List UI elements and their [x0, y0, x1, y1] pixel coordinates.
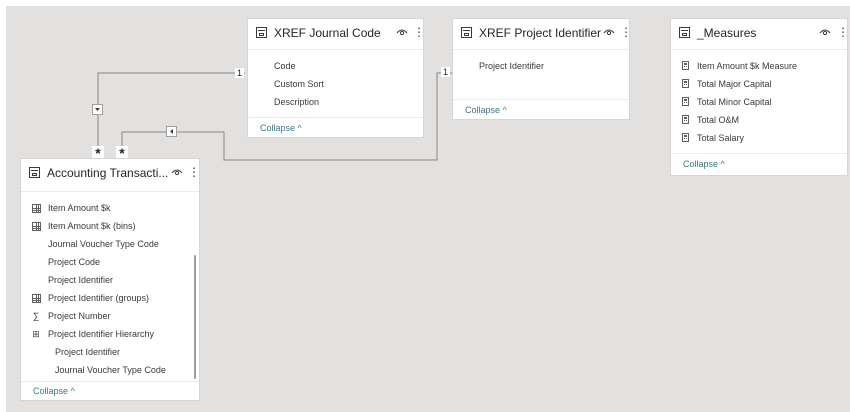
- field-total-salary[interactable]: Total Salary: [697, 133, 744, 143]
- visibility-icon[interactable]: [603, 27, 615, 37]
- table-title: XREF Project Identifier: [479, 26, 602, 40]
- relationship-many-left: *: [92, 146, 104, 160]
- field-custom-sort[interactable]: Custom Sort: [274, 79, 324, 89]
- hierarchy-level-journal-voucher-type-code[interactable]: Journal Voucher Type Code: [55, 365, 166, 375]
- table-header[interactable]: XREF Journal Code ⋮: [248, 19, 425, 47]
- header-divider: [21, 191, 199, 192]
- field-project-code[interactable]: Project Code: [48, 257, 100, 267]
- field-project-identifier[interactable]: Project Identifier: [479, 61, 544, 71]
- visibility-icon[interactable]: [819, 27, 831, 37]
- field-total-minor-capital[interactable]: Total Minor Capital: [697, 97, 772, 107]
- measure-icon: [682, 133, 689, 142]
- more-options-icon[interactable]: ⋮: [620, 25, 632, 39]
- field-project-identifier-groups[interactable]: Project Identifier (groups): [48, 293, 149, 303]
- table-icon: [679, 27, 690, 38]
- field-project-identifier[interactable]: Project Identifier: [48, 275, 113, 285]
- sigma-icon: ∑: [32, 311, 40, 321]
- collapse-link[interactable]: Collapse ^: [465, 105, 507, 115]
- visibility-icon[interactable]: [396, 27, 408, 37]
- header-divider: [248, 49, 423, 50]
- table-title: Accounting Transacti...: [47, 166, 169, 180]
- table-icon: [256, 27, 267, 38]
- field-total-om[interactable]: Total O&M: [697, 115, 739, 125]
- table-card-accounting-transactions[interactable]: Accounting Transacti... ⋮ Item Amount $k…: [20, 158, 200, 401]
- more-options-icon[interactable]: ⋮: [837, 25, 849, 39]
- more-options-icon[interactable]: ⋮: [413, 25, 425, 39]
- field-total-major-capital[interactable]: Total Major Capital: [697, 79, 772, 89]
- hierarchy-level-project-identifier[interactable]: Project Identifier: [55, 347, 120, 357]
- collapse-link[interactable]: Collapse ^: [260, 123, 302, 133]
- header-divider: [453, 49, 629, 50]
- relationship-one-project: 1: [441, 67, 451, 77]
- footer-divider: [453, 99, 629, 100]
- hierarchy-icon: ⊞: [32, 329, 40, 339]
- field-code[interactable]: Code: [274, 61, 296, 71]
- field-item-amount[interactable]: Item Amount $k: [48, 203, 111, 213]
- table-header[interactable]: Accounting Transacti... ⋮: [21, 159, 200, 187]
- table-header[interactable]: _Measures ⋮: [671, 19, 849, 47]
- table-measure-icon: [32, 204, 41, 213]
- table-card-measures[interactable]: _Measures ⋮ Item Amount $k Measure Total…: [670, 18, 849, 176]
- footer-divider: [248, 117, 423, 118]
- measure-icon: [682, 61, 689, 70]
- field-item-amount-measure[interactable]: Item Amount $k Measure: [697, 61, 797, 71]
- footer-divider: [21, 381, 199, 382]
- fields-scrollbar[interactable]: [194, 255, 196, 379]
- field-description[interactable]: Description: [274, 97, 319, 107]
- table-title: XREF Journal Code: [274, 26, 381, 40]
- collapse-link[interactable]: Collapse ^: [683, 159, 725, 169]
- measure-icon: [682, 115, 689, 124]
- filter-direction-down-icon[interactable]: [92, 104, 103, 115]
- relationship-one-journal: 1: [235, 68, 245, 78]
- table-header[interactable]: XREF Project Identifier ⋮: [453, 19, 632, 47]
- relationship-many-right: *: [116, 146, 128, 160]
- field-project-number[interactable]: Project Number: [48, 311, 111, 321]
- filter-direction-left-icon[interactable]: [166, 126, 177, 137]
- field-item-amount-bins[interactable]: Item Amount $k (bins): [48, 221, 136, 231]
- table-icon: [461, 27, 472, 38]
- table-card-xref-journal-code[interactable]: XREF Journal Code ⋮ Code Custom Sort Des…: [247, 18, 425, 138]
- measure-icon: [682, 97, 689, 106]
- model-canvas[interactable]: 1 1 * * XREF Journal Code ⋮ Code Custom …: [6, 6, 850, 412]
- field-journal-voucher-type-code[interactable]: Journal Voucher Type Code: [48, 239, 159, 249]
- table-title: _Measures: [697, 26, 757, 40]
- table-card-xref-project-identifier[interactable]: XREF Project Identifier ⋮ Project Identi…: [452, 18, 632, 120]
- visibility-icon[interactable]: [171, 167, 183, 177]
- footer-divider: [671, 153, 847, 154]
- groups-icon: [32, 294, 41, 303]
- measure-icon: [682, 79, 689, 88]
- collapse-link[interactable]: Collapse ^: [33, 386, 75, 396]
- field-project-identifier-hierarchy[interactable]: Project Identifier Hierarchy: [48, 329, 154, 339]
- header-divider: [671, 49, 847, 50]
- more-options-icon[interactable]: ⋮: [188, 165, 200, 179]
- bins-icon: [32, 222, 41, 231]
- table-icon: [29, 167, 40, 178]
